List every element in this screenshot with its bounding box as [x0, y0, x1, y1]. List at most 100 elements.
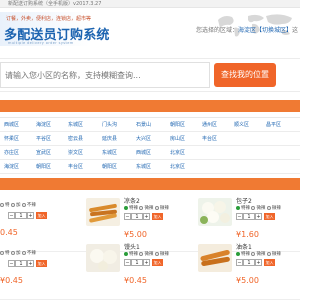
district-link[interactable]: 昌平区 [266, 118, 281, 132]
district-link[interactable]: 密云县 [68, 132, 83, 146]
add-to-cart-button[interactable]: 加入 [264, 259, 275, 266]
district-link[interactable]: 北京区 [170, 160, 185, 174]
spice-option[interactable]: 加 [10, 202, 20, 208]
district-link[interactable]: 东城区 [136, 160, 151, 174]
spice-option[interactable]: 微辣 [139, 205, 153, 211]
spice-option[interactable]: 微辣 [154, 205, 169, 211]
switch-district-link[interactable]: 【切换城区】 [256, 27, 292, 34]
quantity-stepper: −1 + 加入 [124, 213, 163, 220]
district-link[interactable]: 西城区 [4, 118, 19, 132]
district-link[interactable]: 朝阳区 [102, 160, 117, 174]
quantity-input[interactable]: 1 [243, 259, 255, 266]
quantity-input[interactable]: 1 [15, 212, 27, 219]
district-link[interactable]: 东城区 [102, 146, 117, 160]
product-image[interactable] [86, 244, 120, 272]
add-to-cart-button[interactable]: 加入 [264, 213, 275, 220]
increase-qty-button[interactable]: + [255, 259, 262, 266]
community-search-input[interactable] [0, 62, 210, 88]
district-link[interactable]: 亦庄区 [4, 146, 19, 160]
spice-option[interactable]: 微辣 [154, 251, 169, 257]
product-name[interactable]: 油条1 [236, 242, 252, 251]
increase-qty-button[interactable]: + [143, 259, 150, 266]
product-image[interactable] [198, 198, 232, 226]
district-link[interactable]: 通州区 [202, 118, 217, 132]
spice-option[interactable]: 微辣 [251, 205, 265, 211]
district-link[interactable]: 崇文区 [68, 146, 83, 160]
quantity-input[interactable]: 1 [243, 213, 255, 220]
product-price: ¥5.00 [124, 230, 147, 239]
decrease-qty-button[interactable]: − [124, 213, 131, 220]
spice-option[interactable]: 微辣 [266, 251, 281, 257]
product-price: ¥1.60 [236, 230, 259, 239]
district-link[interactable]: 顺义区 [234, 118, 249, 132]
product-card: 馒头1 特辣 微辣 微辣 −1 + 加入 ¥0.45 [84, 240, 180, 298]
increase-qty-button[interactable]: + [27, 260, 34, 267]
add-to-cart-button[interactable]: 加入 [36, 260, 47, 267]
logo-tagline: 订餐，外卖，便利店，连锁店，超市等 [6, 16, 92, 22]
district-link[interactable]: 怀柔区 [4, 132, 19, 146]
district-row: 海淀区 朝阳区 丰台区 朝阳区 东城区 北京区 [0, 160, 300, 174]
district-link[interactable]: 朝阳区 [36, 160, 51, 174]
product-image[interactable] [86, 198, 120, 226]
radio-icon [124, 251, 128, 256]
spice-option[interactable]: 微辣 [266, 205, 281, 211]
add-to-cart-button[interactable]: 加入 [152, 213, 163, 220]
site-header: 订餐，外卖，便利店，连锁店，超市等 多配送员订购系统 multiple deli… [0, 8, 300, 50]
district-link[interactable]: 石景山 [136, 118, 151, 132]
district-link[interactable]: 丰台区 [202, 132, 217, 146]
spice-option[interactable]: 不辣 [21, 202, 36, 208]
quantity-input[interactable]: 1 [131, 259, 143, 266]
product-row: 特 加 不辣 −1 + 加入 ¥0.45 馒头1 特辣 微辣 微辣 −1 + 加入 ¥0… [0, 240, 300, 300]
increase-qty-button[interactable]: + [27, 212, 34, 219]
current-location[interactable]: 海淀区 [238, 27, 256, 34]
location-selector: 您选择的区域：海淀区【切换城区】这 [196, 25, 298, 34]
decrease-qty-button[interactable]: − [8, 212, 15, 219]
district-link[interactable]: 宣武区 [36, 146, 51, 160]
district-link[interactable]: 西城区 [136, 146, 151, 160]
spice-options: 特辣 微辣 微辣 [236, 251, 281, 257]
spice-option[interactable]: 不辣 [21, 250, 36, 256]
district-link[interactable]: 房山区 [170, 132, 185, 146]
product-image[interactable] [198, 244, 232, 272]
spice-option[interactable]: 特辣 [124, 251, 138, 257]
add-to-cart-button[interactable]: 加入 [152, 259, 163, 266]
district-link[interactable]: 平谷区 [36, 132, 51, 146]
product-name[interactable]: 馒头1 [124, 242, 140, 251]
increase-qty-button[interactable]: + [255, 213, 262, 220]
district-link[interactable]: 丰台区 [68, 160, 83, 174]
quantity-input[interactable]: 1 [131, 213, 143, 220]
product-card: 特 加 不辣 −1 + 加入 ¥0.45 [0, 240, 66, 298]
district-link[interactable]: 东城区 [68, 118, 83, 132]
district-link[interactable]: 延庆县 [102, 132, 117, 146]
location-label: 您选择的区域： [195, 27, 238, 34]
spice-option[interactable]: 特辣 [236, 205, 250, 211]
district-link[interactable]: 海淀区 [36, 118, 51, 132]
district-link[interactable]: 朝阳区 [170, 118, 185, 132]
product-name[interactable]: 包子2 [236, 196, 252, 205]
spice-option[interactable]: 特 [0, 202, 10, 208]
spice-option[interactable]: 微辣 [251, 251, 265, 257]
decrease-qty-button[interactable]: − [236, 259, 243, 266]
spice-option[interactable]: 加 [10, 250, 20, 256]
spice-option[interactable]: 特辣 [124, 205, 138, 211]
district-link[interactable]: 门头沟 [102, 118, 117, 132]
find-location-button[interactable]: 查找我的位置 [214, 63, 276, 87]
spice-options: 特辣 微辣 微辣 [124, 205, 169, 211]
radio-icon [124, 205, 128, 210]
spice-option[interactable]: 特辣 [236, 251, 250, 257]
spice-options: 特辣 微辣 微辣 [124, 251, 169, 257]
product-name[interactable]: 凉条2 [124, 196, 140, 205]
increase-qty-button[interactable]: + [143, 213, 150, 220]
decrease-qty-button[interactable]: − [124, 259, 131, 266]
district-link[interactable]: 海淀区 [4, 160, 19, 174]
district-link[interactable]: 大兴区 [136, 132, 151, 146]
decrease-qty-button[interactable]: − [236, 213, 243, 220]
district-link[interactable]: 北京区 [170, 146, 185, 160]
quantity-input[interactable]: 1 [15, 260, 27, 267]
spice-option[interactable]: 微辣 [139, 251, 153, 257]
radio-icon [21, 250, 26, 255]
add-to-cart-button[interactable]: 加入 [36, 212, 47, 219]
spice-option[interactable]: 特 [0, 250, 10, 256]
product-price: 0.45 [0, 228, 18, 237]
decrease-qty-button[interactable]: − [8, 260, 15, 267]
